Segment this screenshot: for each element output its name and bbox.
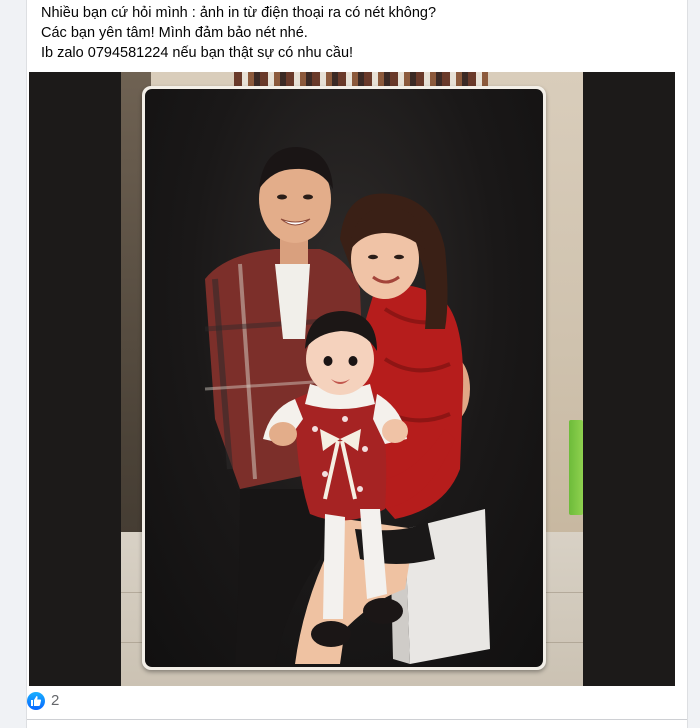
post-text-line: Ib zalo 0794581224 nếu bạn thật sự có nh…: [41, 45, 354, 61]
action-divider: [27, 719, 687, 720]
post-message: Nhiều bạn cứ hỏi mình : ảnh in từ điện t…: [41, 3, 671, 63]
plaid-fabric: [234, 72, 488, 86]
post-photo[interactable]: [29, 72, 675, 686]
reaction-count[interactable]: 2: [51, 692, 59, 710]
like-icon[interactable]: [27, 692, 45, 710]
reaction-bar[interactable]: 2: [27, 690, 687, 716]
family-portrait: [145, 89, 543, 667]
post-text-line: Nhiều bạn cứ hỏi mình : ảnh in từ điện t…: [41, 5, 437, 21]
post-text-line: Các bạn yên tâm! Mình đảm bảo nét nhé.: [41, 25, 308, 41]
family-portrait-illustration: [204, 147, 490, 664]
post-card: Nhiều bạn cứ hỏi mình : ảnh in từ điện t…: [26, 0, 688, 728]
printed-photo-board: [142, 86, 546, 670]
green-basket: [569, 420, 583, 515]
